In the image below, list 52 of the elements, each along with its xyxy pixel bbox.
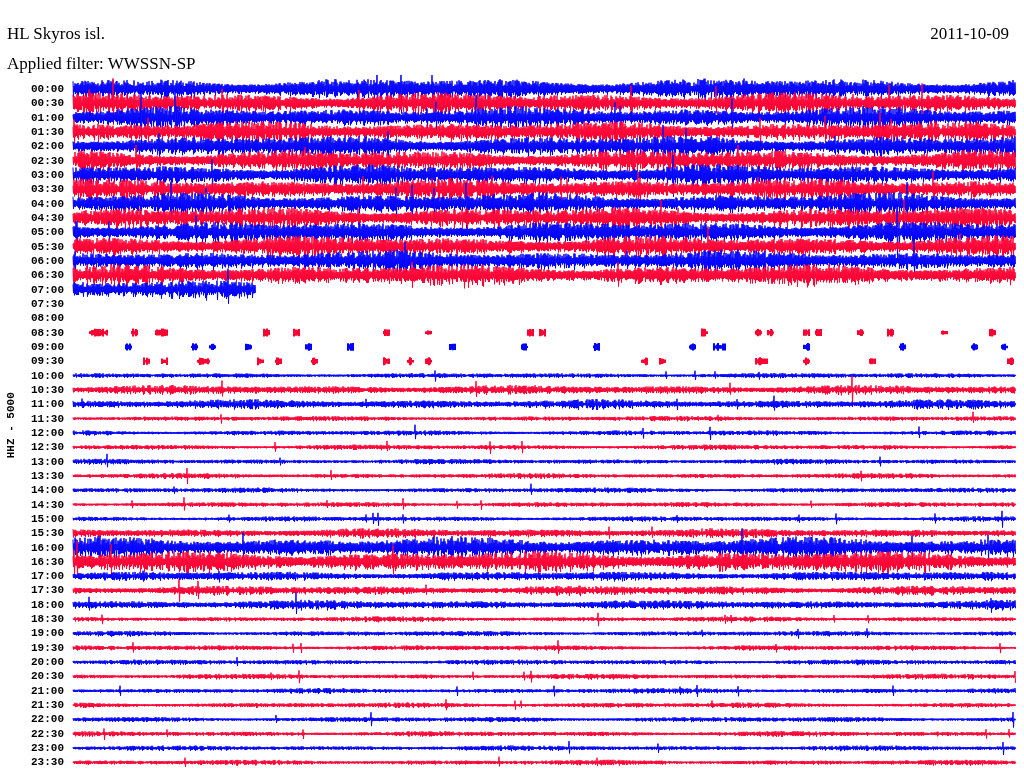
station-title: HL Skyros isl. <box>7 25 106 42</box>
time-label: 04:30 <box>30 210 64 226</box>
time-label: 13:00 <box>30 454 64 469</box>
time-label: 19:30 <box>30 640 64 656</box>
time-label: 17:00 <box>30 569 64 584</box>
filter-label: Applied filter: WWSSN-SP <box>7 54 196 73</box>
time-label: 10:00 <box>30 368 64 383</box>
time-label: 02:30 <box>30 153 64 168</box>
time-label: 09:00 <box>30 339 64 355</box>
channel-label: HHZ - 5000 <box>3 392 18 458</box>
time-label: 20:00 <box>30 655 64 670</box>
time-label: 09:30 <box>30 354 64 369</box>
time-label: 01:00 <box>30 110 64 125</box>
time-label: 16:00 <box>30 540 64 555</box>
time-label: 01:30 <box>30 125 64 140</box>
date-label: 2011-10-09 <box>930 25 1009 42</box>
time-label: 02:00 <box>30 139 64 154</box>
time-label: 11:00 <box>30 397 64 412</box>
time-label: 07:30 <box>30 296 64 312</box>
time-label: 05:00 <box>30 225 64 240</box>
time-label: 21:00 <box>30 683 64 699</box>
time-label: 15:00 <box>30 511 64 527</box>
time-label: 12:30 <box>30 440 64 455</box>
time-label: 03:00 <box>30 167 64 183</box>
time-label: 22:00 <box>30 712 64 727</box>
time-label: 14:00 <box>30 483 64 498</box>
time-label: 14:30 <box>30 497 64 512</box>
time-label: 10:30 <box>30 382 64 398</box>
time-label: 06:30 <box>30 268 64 283</box>
time-label: 11:30 <box>30 411 64 426</box>
time-label: 03:30 <box>30 182 64 197</box>
time-label: 21:30 <box>30 698 64 713</box>
time-label: 16:30 <box>30 554 64 570</box>
time-label: 18:30 <box>30 612 64 627</box>
time-label: 12:00 <box>30 425 64 441</box>
time-label: 00:00 <box>30 82 64 97</box>
time-label: 00:30 <box>30 96 64 111</box>
time-label: 04:00 <box>30 196 64 211</box>
time-label: 07:00 <box>30 282 64 297</box>
time-label: 22:30 <box>30 726 64 742</box>
time-label: 13:30 <box>30 468 64 484</box>
time-label: 23:00 <box>30 741 64 756</box>
time-label: 06:00 <box>30 253 64 269</box>
time-label: 20:30 <box>30 669 64 684</box>
time-label: 19:00 <box>30 626 64 641</box>
time-label: 18:00 <box>30 597 64 613</box>
time-label: 23:30 <box>30 755 64 770</box>
time-label: 08:30 <box>30 325 64 340</box>
time-label: 08:00 <box>30 311 64 326</box>
time-label: 15:30 <box>30 526 64 541</box>
time-label: 05:30 <box>30 239 64 254</box>
time-label: 17:30 <box>30 583 64 598</box>
